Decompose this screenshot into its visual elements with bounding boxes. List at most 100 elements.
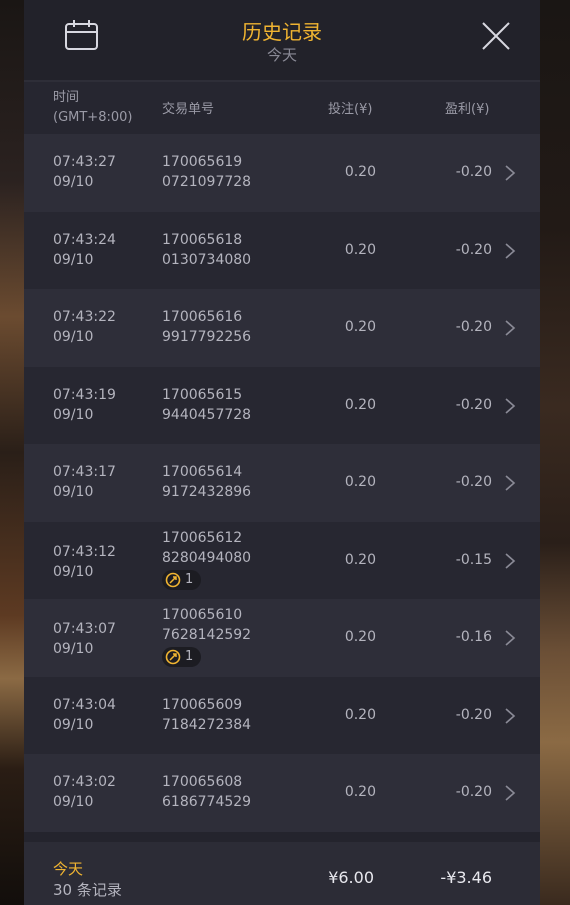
summary-footer: 今天 30 条记录 ¥6.00 -¥3.46 — [24, 842, 540, 905]
row-date-value: 09/10 — [53, 484, 94, 500]
chevron-right-icon[interactable] — [504, 474, 516, 492]
row-bet: 0.20 — [344, 319, 376, 335]
row-trade-id-2: 8280494080 — [162, 549, 252, 566]
row-time-value: 07:43:17 — [53, 464, 116, 480]
row-trade-id-1: 170065608 — [162, 774, 243, 790]
row-time: 07:43:27 09/10 — [53, 152, 116, 192]
chevron-right-icon[interactable] — [504, 707, 516, 725]
row-trade-id: 170065608 6186774529 — [162, 772, 251, 812]
chevron-right-icon[interactable] — [504, 242, 516, 260]
row-profit: -0.20 — [455, 319, 492, 335]
row-trade-id-1: 170065610 — [162, 607, 243, 623]
chevron-right-icon[interactable] — [504, 397, 516, 415]
row-time: 07:43:17 09/10 — [53, 462, 116, 502]
row-trade-id-1: 170065609 — [162, 696, 243, 713]
row-date-value: 09/10 — [53, 251, 94, 268]
free-spin-badge: 1 — [162, 569, 202, 590]
coin-icon — [165, 649, 181, 665]
history-list: 07:43:27 09/10 170065619 0721097728 0.20 -0.2… — [24, 134, 540, 832]
row-date-value: 09/10 — [53, 329, 94, 345]
row-time: 07:43:07 09/10 — [53, 619, 116, 659]
row-trade-id: 170065612 8280494080 1 — [162, 528, 251, 594]
row-time: 07:43:19 09/10 — [53, 385, 116, 425]
summary-total-profit: -¥3.46 — [440, 868, 492, 887]
row-trade-id-1: 170065615 — [162, 386, 243, 403]
row-trade-id-2: 9917792256 — [162, 329, 252, 345]
row-profit: -0.16 — [455, 629, 492, 645]
free-spin-badge: 1 — [162, 647, 202, 667]
history-row[interactable]: 07:43:02 09/10 170065608 6186774529 0.20 -0.2… — [24, 754, 540, 832]
history-row[interactable]: 07:43:07 09/10 170065610 7628142592 1 0.20 -0.… — [24, 599, 540, 677]
background-left — [0, 0, 24, 905]
row-bet: 0.20 — [344, 474, 376, 490]
row-date-value: 09/10 — [53, 641, 94, 657]
row-trade-id-2: 7184272384 — [162, 716, 252, 733]
row-bet: 0.20 — [344, 784, 376, 800]
chevron-right-icon[interactable] — [504, 629, 516, 647]
row-profit: -0.15 — [455, 551, 492, 568]
row-time: 07:43:04 09/10 — [53, 695, 116, 735]
row-profit: -0.20 — [455, 241, 492, 258]
row-time-value: 07:43:19 — [53, 386, 116, 403]
row-time: 07:43:24 09/10 — [53, 230, 116, 270]
row-profit: -0.20 — [455, 396, 492, 413]
row-trade-id-2: 9172432896 — [162, 484, 252, 500]
row-time-value: 07:43:04 — [53, 696, 116, 713]
row-bet: 0.20 — [344, 706, 376, 723]
row-trade-id-1: 170065618 — [162, 231, 243, 248]
chevron-right-icon[interactable] — [504, 164, 516, 182]
col-time: 时间 — [53, 90, 80, 105]
page-subtitle: 今天 — [266, 46, 297, 64]
row-profit: -0.20 — [455, 474, 492, 490]
row-time-value: 07:43:07 — [53, 621, 116, 637]
chevron-right-icon[interactable] — [504, 552, 516, 570]
badge-count: 1 — [185, 649, 194, 664]
col-profit: 盈利(¥) — [445, 102, 490, 117]
row-trade-id-2: 0721097728 — [162, 174, 252, 190]
summary-count: 30 条记录 — [53, 881, 122, 899]
row-date-value: 09/10 — [53, 174, 94, 190]
row-date-value: 09/10 — [53, 563, 94, 580]
row-trade-id: 170065616 9917792256 — [162, 307, 251, 347]
col-timezone: (GMT+8:00) — [53, 110, 133, 125]
row-date-value: 09/10 — [53, 794, 94, 810]
row-trade-id: 170065610 7628142592 1 — [162, 605, 251, 671]
history-row[interactable]: 07:43:17 09/10 170065614 9172432896 0.20 -0.2… — [24, 444, 540, 522]
history-row[interactable]: 07:43:04 09/10 170065609 7184272384 0.20 -0.2… — [24, 676, 540, 754]
history-row[interactable]: 07:43:27 09/10 170065619 0721097728 0.20 -0.2… — [24, 134, 540, 212]
row-trade-id-2: 0130734080 — [162, 251, 252, 268]
chevron-right-icon[interactable] — [504, 319, 516, 337]
row-date-value: 09/10 — [53, 406, 94, 423]
row-time: 07:43:12 09/10 — [53, 542, 116, 582]
row-trade-id-1: 170065612 — [162, 529, 243, 546]
row-profit: -0.20 — [455, 784, 492, 800]
col-trade-id: 交易单号 — [162, 102, 215, 117]
header: 历史记录 今天 — [24, 0, 540, 82]
background-right — [540, 0, 570, 905]
chevron-right-icon[interactable] — [504, 784, 516, 802]
row-trade-id: 170065609 7184272384 — [162, 695, 251, 735]
close-icon[interactable] — [480, 20, 512, 52]
row-time-value: 07:43:27 — [53, 154, 116, 170]
row-time-value: 07:43:02 — [53, 774, 116, 790]
history-row[interactable]: 07:43:19 09/10 170065615 9440457728 0.20 -0.2… — [24, 366, 540, 444]
row-bet: 0.20 — [344, 396, 376, 413]
row-trade-id: 170065618 0130734080 — [162, 230, 251, 270]
row-trade-id-1: 170065616 — [162, 309, 243, 325]
row-time-value: 07:43:12 — [53, 543, 116, 560]
page-title: 历史记录 — [242, 20, 322, 44]
row-bet: 0.20 — [344, 164, 376, 180]
col-bet: 投注(¥) — [328, 102, 373, 117]
row-time: 07:43:22 09/10 — [53, 307, 116, 347]
row-bet: 0.20 — [344, 551, 376, 568]
row-trade-id-2: 9440457728 — [162, 406, 252, 423]
summary-period: 今天 — [53, 860, 84, 878]
row-date-value: 09/10 — [53, 716, 94, 733]
row-trade-id-1: 170065619 — [162, 154, 243, 170]
history-row[interactable]: 07:43:22 09/10 170065616 9917792256 0.20 -0.2… — [24, 289, 540, 367]
history-row[interactable]: 07:43:24 09/10 170065618 0130734080 0.20 -0.2… — [24, 211, 540, 289]
row-profit: -0.20 — [455, 164, 492, 180]
row-time-value: 07:43:22 — [53, 309, 116, 325]
row-trade-id-2: 6186774529 — [162, 794, 252, 810]
history-row[interactable]: 07:43:12 09/10 170065612 8280494080 1 0.20 -0.… — [24, 521, 540, 599]
